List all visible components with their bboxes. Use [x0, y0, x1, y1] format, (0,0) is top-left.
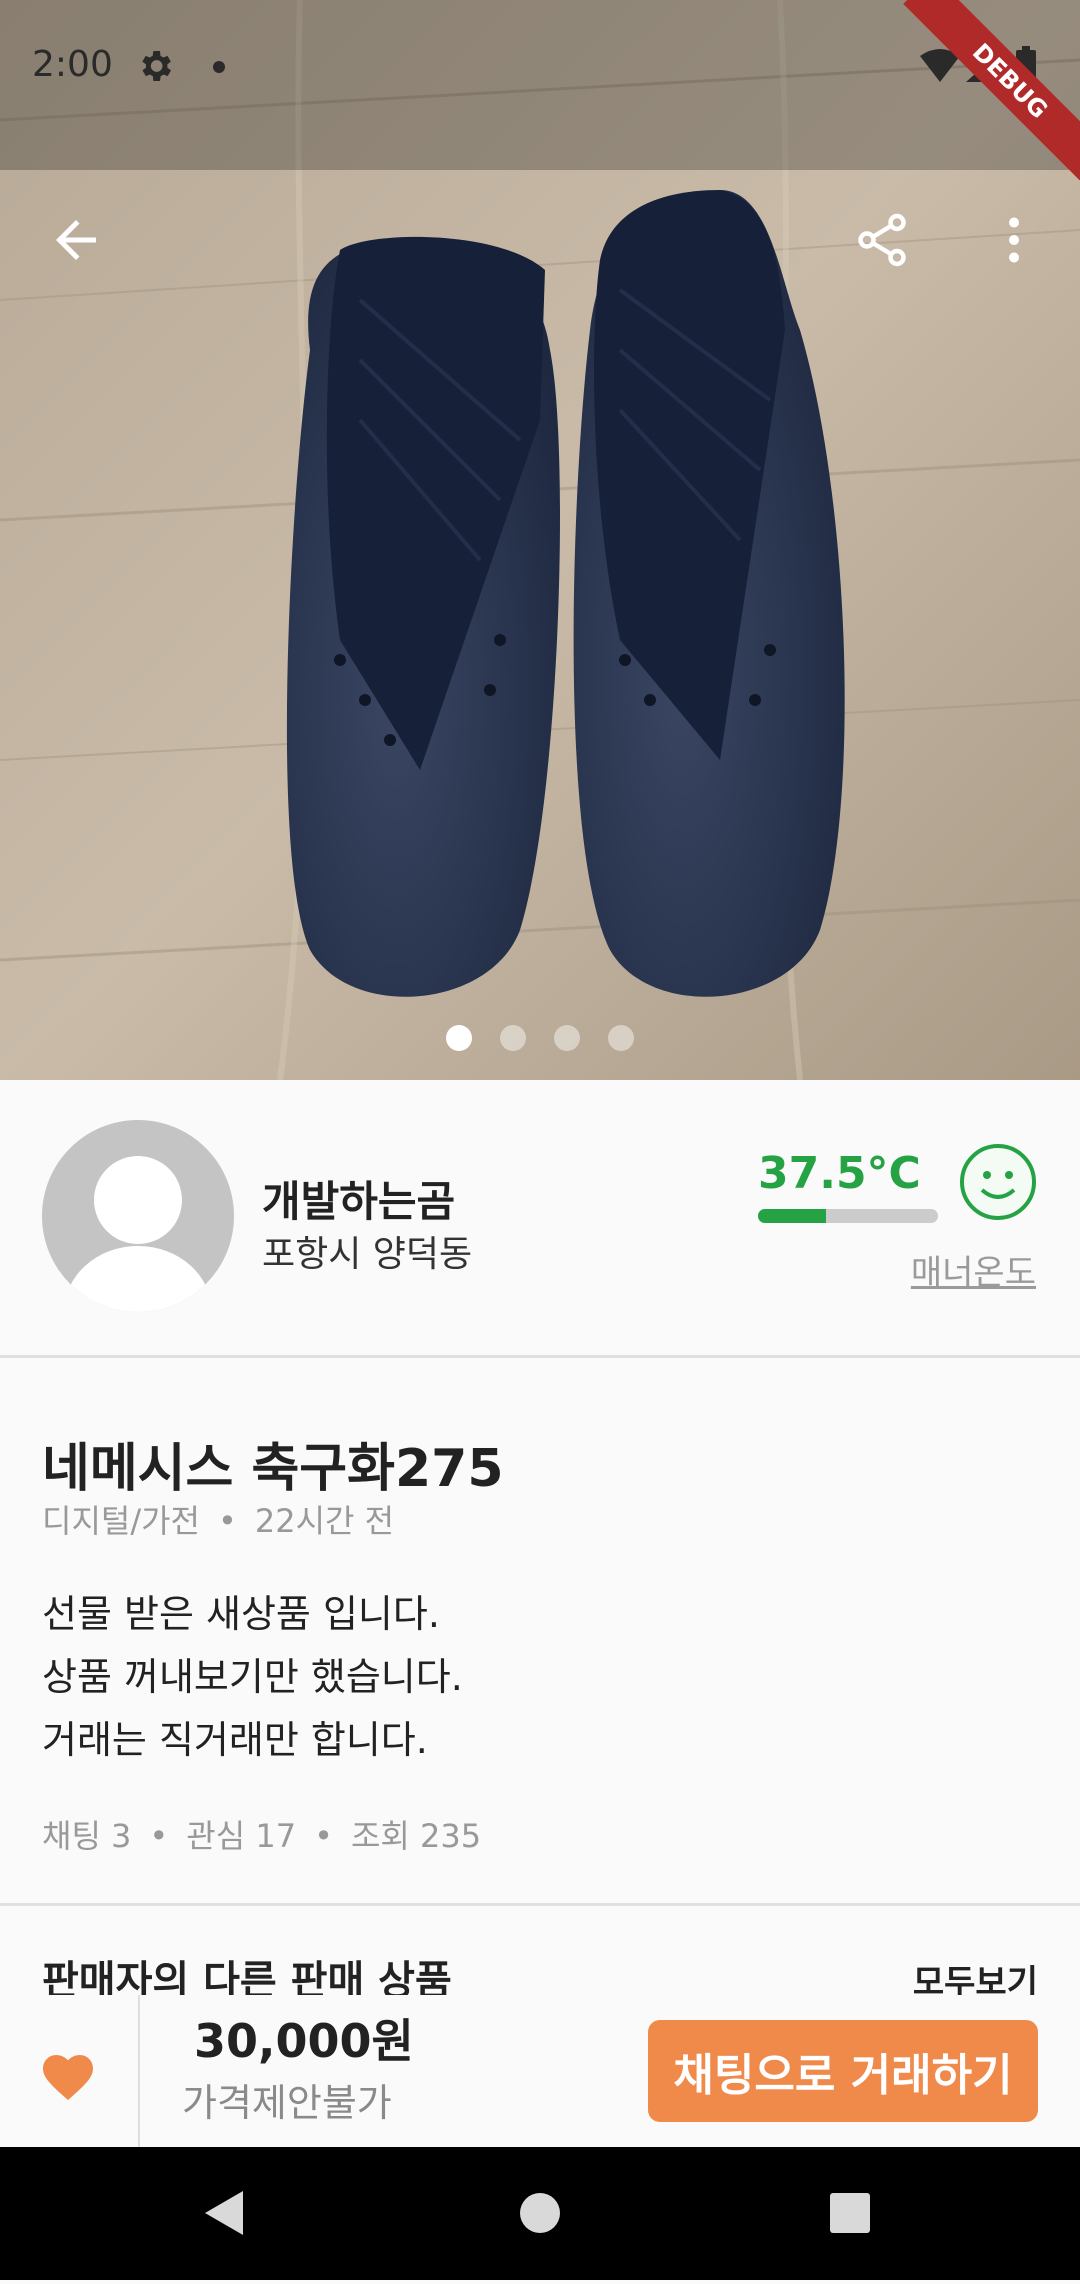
heart-icon [43, 2055, 93, 2100]
carousel-dot[interactable] [500, 1025, 526, 1051]
divider [138, 1995, 140, 2147]
avatar[interactable] [42, 1120, 234, 1312]
chat-count: 채팅 3 [42, 1817, 132, 1855]
carousel-dot[interactable] [446, 1025, 472, 1051]
product-meta: 디지털/가전 • 22시간 전 [42, 1502, 395, 1540]
more-vertical-icon [1009, 217, 1019, 263]
product-stats: 채팅 3 • 관심 17 • 조회 235 [42, 1817, 482, 1855]
nav-back-icon[interactable] [205, 2191, 243, 2235]
carousel-dot[interactable] [554, 1025, 580, 1051]
gear-icon [135, 46, 175, 90]
product-image[interactable]: 2:00 DEBUG [0, 0, 1080, 1080]
description-line: 거래는 직거래만 합니다. [42, 1718, 428, 1762]
like-button[interactable] [38, 2047, 98, 2107]
like-count: 관심 17 [186, 1817, 297, 1855]
more-button[interactable] [984, 210, 1044, 274]
product-title: 네메시스 축구화275 [42, 1439, 504, 1499]
seller-location: 포항시 양덕동 [262, 1234, 473, 1275]
price-negotiation-label: 가격제안불가 [182, 2081, 392, 2125]
manner-temperature-link[interactable]: 매너온도 [911, 1245, 1036, 1294]
product-category[interactable]: 디지털/가전 [42, 1502, 200, 1540]
carousel-indicator [0, 1025, 1080, 1051]
bottom-action-bar: 30,000원 가격제안불가 채팅으로 거래하기 [0, 1995, 1080, 2147]
product-description: 선물 받은 새상품 입니다. 상품 꺼내보기만 했습니다. 거래는 직거래만 합… [42, 1583, 463, 1772]
description-line: 상품 꺼내보기만 했습니다. [42, 1655, 463, 1699]
navigation-bar [0, 2147, 1080, 2280]
carousel-dot[interactable] [608, 1025, 634, 1051]
temperature-bar [758, 1209, 938, 1223]
debug-banner: DEBUG [900, 0, 1080, 180]
back-button[interactable] [46, 210, 106, 274]
status-time: 2:00 [32, 44, 113, 85]
share-icon [858, 213, 906, 267]
smiley-face-icon [958, 1142, 1038, 1222]
seller-name: 개발하는곰 [262, 1177, 456, 1226]
share-button[interactable] [852, 210, 912, 274]
chat-trade-button[interactable]: 채팅으로 거래하기 [648, 2020, 1038, 2122]
nav-recents-icon[interactable] [830, 2193, 870, 2233]
description-line: 선물 받은 새상품 입니다. [42, 1592, 440, 1636]
notification-dot-icon [213, 61, 225, 73]
product-time: 22시간 전 [254, 1502, 395, 1540]
product-details: 네메시스 축구화275 디지털/가전 • 22시간 전 선물 받은 새상품 입니다.… [0, 1358, 1080, 1906]
debug-label: DEBUG [903, 0, 1080, 180]
nav-home-icon[interactable] [520, 2193, 560, 2233]
product-price: 30,000원 [194, 2014, 414, 2068]
status-bar: 2:00 DEBUG [0, 0, 1080, 180]
user-icon [64, 1156, 212, 1312]
manner-temperature: 37.5°C [758, 1148, 921, 1199]
temperature-bar-fill [758, 1209, 826, 1223]
arrow-left-icon [56, 220, 96, 260]
seller-profile[interactable]: 개발하는곰 포항시 양덕동 37.5°C 매너온도 [0, 1080, 1080, 1358]
view-count: 조회 235 [350, 1817, 482, 1855]
